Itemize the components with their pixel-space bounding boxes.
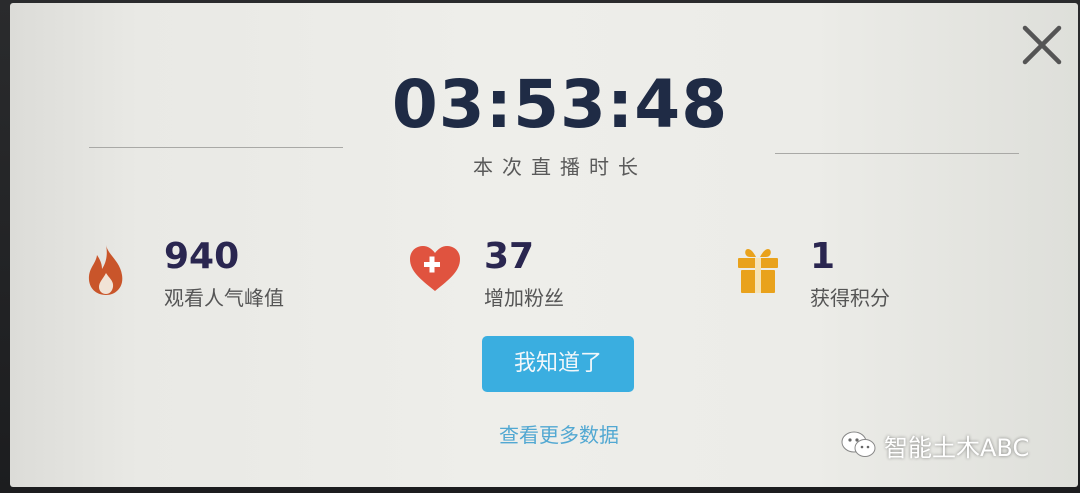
live-duration-value: 03:53:48 (391, 66, 729, 143)
stat-value: 1 (810, 236, 836, 277)
stat-label: 观看人气峰值 (164, 286, 284, 310)
confirm-button[interactable]: 我知道了 (482, 336, 634, 392)
stat-value: 940 (164, 236, 240, 277)
close-icon (1022, 25, 1062, 65)
stat-label: 增加粉丝 (484, 286, 564, 310)
live-summary-dialog: 03:53:48 本次直播时长 940 观看人气峰值 37 增加粉丝 1 获得积… (10, 3, 1078, 487)
watermark: 智能土木ABC (840, 428, 1029, 462)
stat-points-earned: 1 获得积分 (730, 231, 990, 311)
stat-label: 获得积分 (810, 286, 890, 310)
stat-new-fans: 37 增加粉丝 (406, 231, 666, 311)
watermark-text: 智能土木ABC (884, 433, 1030, 462)
flame-icon (84, 243, 128, 297)
stat-value: 37 (484, 236, 535, 277)
close-button[interactable] (1020, 23, 1064, 67)
divider-left (89, 147, 343, 148)
divider-right (775, 153, 1019, 154)
gift-icon (736, 245, 780, 295)
wechat-icon (841, 431, 876, 457)
view-more-data-link[interactable]: 查看更多数据 (475, 419, 643, 448)
heart-plus-icon (408, 245, 462, 293)
live-duration-label: 本次直播时长 (473, 155, 647, 179)
stat-peak-viewers: 940 观看人气峰值 (82, 231, 342, 311)
